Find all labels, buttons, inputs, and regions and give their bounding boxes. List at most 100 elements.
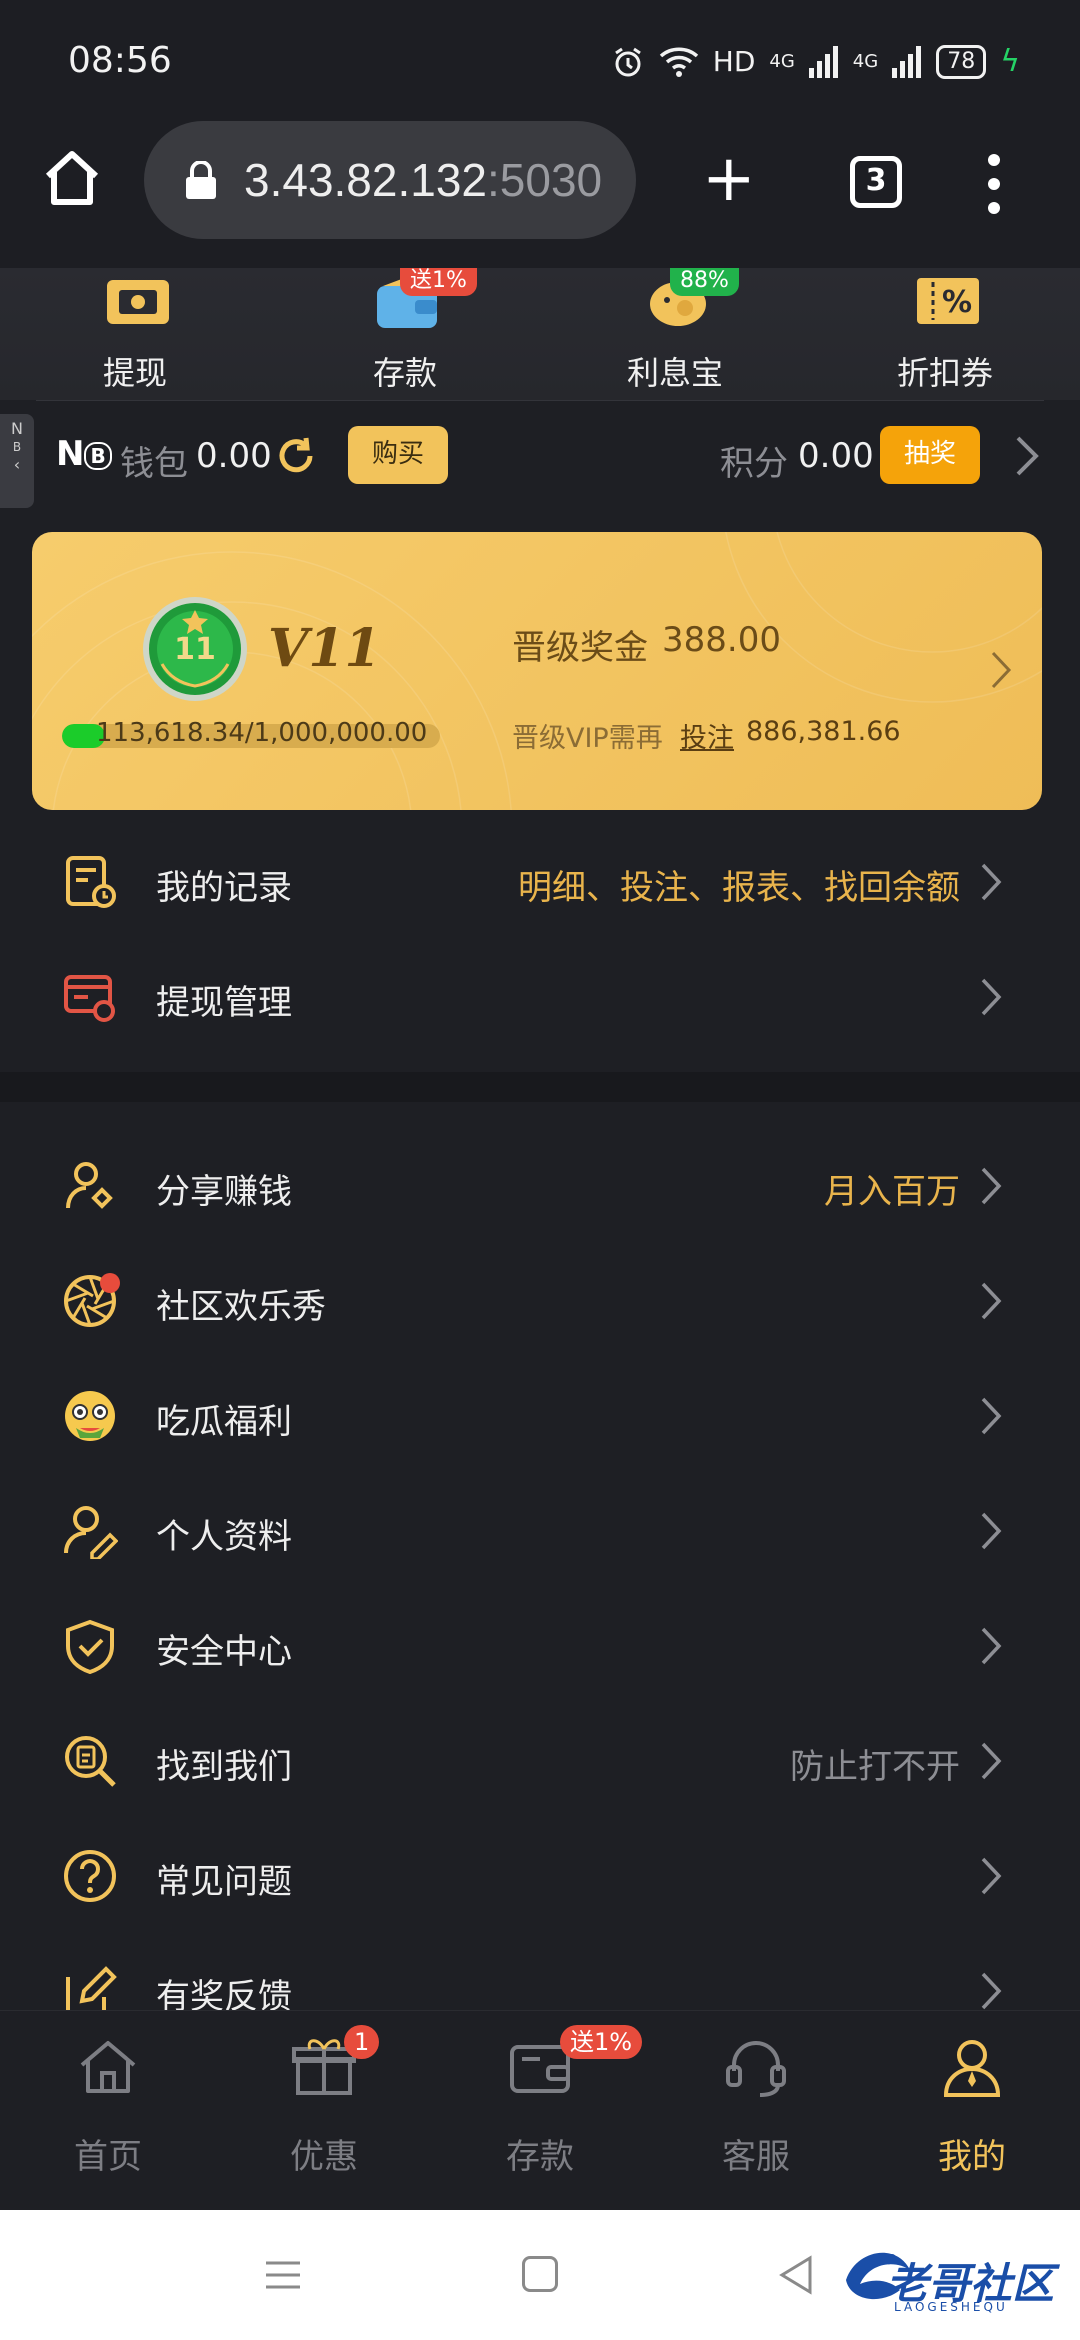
question-icon [64,1850,116,1902]
side-tab-badge: B [12,440,22,454]
points-value: 0.00 [798,436,874,476]
watermark-logo: 老哥社区 LAOGESHEQU [836,2236,1066,2322]
section-separator [0,1072,1080,1102]
notification-dot [100,1273,120,1293]
quick-actions: 提现 送1% 存款 88% 利息宝 % 折扣券 [0,268,1080,398]
tab-deposit[interactable]: 送1% 存款 [432,2011,648,2211]
chevron-right-icon [981,1742,1002,1780]
charging-icon: ϟ [1000,44,1020,79]
withdraw-icon [107,280,169,324]
promotions-badge: 1 [344,2025,380,2059]
quick-action-label: 提现 [102,354,167,392]
deposit-bonus-badge: 送1% [400,268,477,296]
vip-progress-text: 113,618.34/1,000,000.00 [96,718,428,748]
tab-promotions[interactable]: 1 优惠 [216,2011,432,2211]
back-icon[interactable] [776,2254,816,2296]
signal-bars-icon [892,45,922,78]
tab-home[interactable]: 首页 [0,2011,216,2211]
quick-action-deposit[interactable]: 送1% 存款 [270,268,540,398]
coupon-icon: % [917,278,979,324]
chevron-right-icon [981,1627,1002,1665]
user-icon [943,2040,1001,2097]
menu-item-find-us[interactable]: 找到我们 防止打不开 [0,1703,1080,1818]
records-icon [66,856,116,908]
chevron-right-icon[interactable] [1014,434,1040,478]
menu-item-label: 吃瓜福利 [156,1402,292,1442]
battery-level: 78 [936,44,987,79]
browser-toolbar: 3.43.82.132:5030 + 3 [0,118,1080,268]
tab-support[interactable]: 客服 [648,2011,864,2211]
search-doc-icon [65,1736,116,1787]
chevron-right-icon [991,651,1012,689]
refresh-icon[interactable] [276,436,316,476]
address-bar[interactable]: 3.43.82.132:5030 [144,121,636,239]
menu-item-profile[interactable]: 个人资料 [0,1473,1080,1588]
wallet-row: NB 钱包 0.00 购买 积分 0.00 抽奖 [56,426,1046,488]
status-icons: HD 4G 4G 78 ϟ [611,44,1020,79]
lottery-button[interactable]: 抽奖 [880,426,980,484]
chevron-right-icon [981,1282,1002,1320]
status-bar: 08:56 HD 4G 4G 78 ϟ [0,0,1080,118]
bottom-tab-bar: 首页 1 优惠 送1% 存款 客服 我的 [0,2010,1080,2210]
vip-medal-number: 11 [174,632,216,667]
nav-home-icon[interactable] [522,2256,558,2292]
share-icon [66,1162,113,1209]
menu-item-label: 找到我们 [156,1747,292,1787]
more-menu-icon[interactable] [986,154,1002,214]
wallet-label: 钱包 [120,444,188,484]
upgrade-bonus-value: 388.00 [662,620,781,660]
menu-item-faq[interactable]: 常见问题 [0,1818,1080,1933]
system-nav-bar: 老哥社区 LAOGESHEQU [0,2210,1080,2340]
quick-action-label: 利息宝 [626,354,723,392]
quick-action-withdraw[interactable]: 提现 [0,268,270,398]
tab-label: 优惠 [290,2137,358,2177]
deposit-bonus-badge: 送1% [560,2025,643,2059]
new-tab-button[interactable]: + [702,147,756,211]
vip-card[interactable]: 11 V11 晋级奖金 388.00 113,618.34/1,000,000.… [32,532,1042,810]
tab-label: 首页 [74,2137,142,2177]
status-time: 08:56 [68,40,172,81]
url-host: 3.43.82.132 [244,154,488,206]
alarm-icon [614,47,641,76]
menu-item-share[interactable]: 分享赚钱 月入百万 [0,1128,1080,1243]
menu-item-community[interactable]: 社区欢乐秀 [0,1243,1080,1358]
tab-switcher-button[interactable]: 3 [850,156,902,208]
shield-icon [66,1619,114,1674]
watermark-subtext: LAOGESHEQU [894,2300,1008,2314]
menu-item-label: 社区欢乐秀 [156,1287,326,1327]
recent-apps-icon[interactable] [264,2260,302,2290]
home-icon [80,2041,136,2093]
buy-button[interactable]: 购买 [348,426,448,484]
menu-item-hint: 月入百万 [824,1172,960,1212]
menu-item-hint: 明细、投注、报表、找回余额 [518,868,960,908]
menu-item-label: 安全中心 [156,1632,292,1672]
url-text[interactable]: 3.43.82.132:5030 [244,153,602,207]
chevron-right-icon [981,863,1002,901]
tab-label: 存款 [506,2137,574,2177]
nb-logo-text: N [56,434,85,474]
quick-action-label: 折扣券 [896,354,993,392]
quick-action-interest[interactable]: 88% 利息宝 [540,268,810,398]
menu-item-label: 分享赚钱 [156,1172,292,1212]
tab-mine[interactable]: 我的 [864,2011,1080,2211]
chevron-right-icon [981,1167,1002,1205]
signal-label-2: 4G [852,51,879,72]
chevron-right-icon [981,1397,1002,1435]
quick-action-coupon[interactable]: % 折扣券 [810,268,1080,398]
signal-label-1: 4G [769,51,795,72]
side-drawer-tab[interactable]: N B ‹ [0,414,34,508]
menu-item-perks[interactable]: 吃瓜福利 [0,1358,1080,1473]
quick-action-label: 存款 [372,354,437,392]
menu-item-records[interactable]: 我的记录 明细、投注、报表、找回余额 [0,824,1080,939]
vip-need-value: 886,381.66 [746,716,901,747]
menu-item-security[interactable]: 安全中心 [0,1588,1080,1703]
home-icon[interactable] [40,146,104,210]
vip-bet-link[interactable]: 投注 [680,716,734,755]
interest-rate-badge: 88% [670,268,739,296]
menu-item-hint: 防止打不开 [790,1747,960,1787]
withdraw-manage-icon [64,975,115,1022]
wallet-balance: 0.00 [196,436,272,476]
upgrade-bonus-label: 晋级奖金 [512,628,648,668]
menu-item-withdraw-manage[interactable]: 提现管理 [0,939,1080,1054]
chevron-right-icon [981,1857,1002,1895]
